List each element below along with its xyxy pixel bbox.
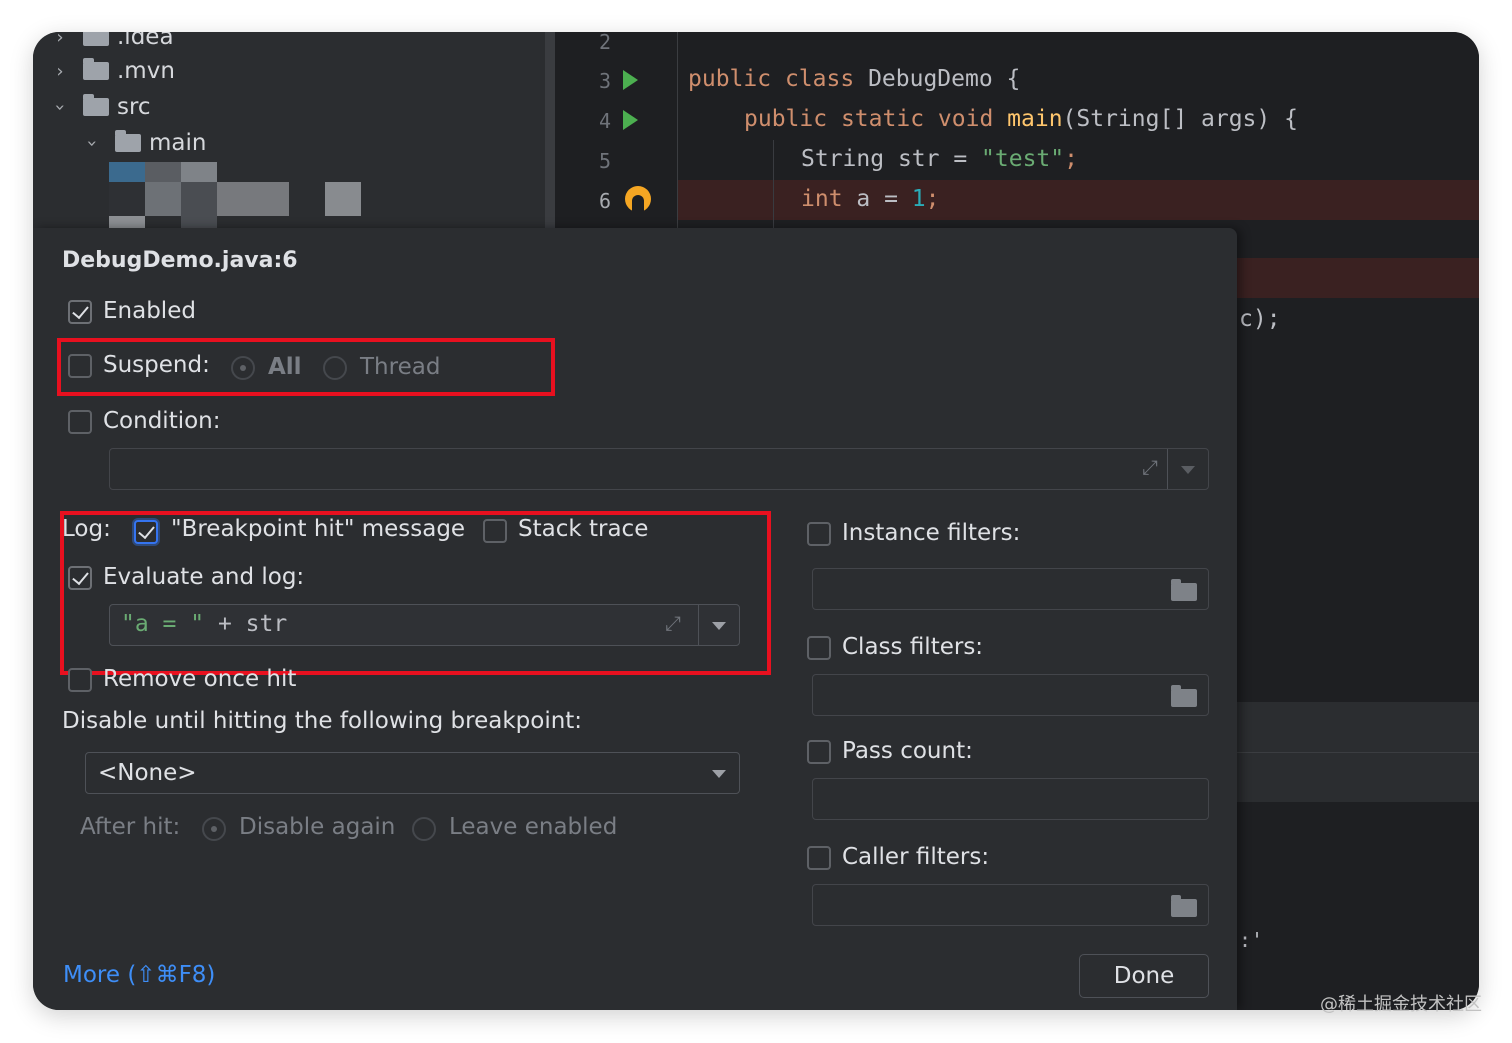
watermark: @稀土掘金技术社区 xyxy=(1320,994,1482,1015)
pass-count-label: Pass count: xyxy=(842,738,973,764)
enabled-checkbox[interactable] xyxy=(68,300,92,324)
ide-window: › .idea › .mvn › src › main 2 3 4 5 6 pu… xyxy=(33,32,1479,1010)
run-icon[interactable] xyxy=(623,110,638,130)
chevron-right-icon[interactable]: › xyxy=(51,61,69,82)
tree-item-main[interactable]: › main xyxy=(82,128,206,158)
chevron-right-icon[interactable]: › xyxy=(51,32,69,48)
class-filters-input[interactable] xyxy=(812,674,1209,716)
leave-enabled-label: Leave enabled xyxy=(449,814,618,840)
dropdown-arrow-icon[interactable] xyxy=(712,770,726,778)
dialog-title: DebugDemo.java:6 xyxy=(62,248,298,273)
folder-icon xyxy=(83,32,109,46)
project-tree: › .idea › .mvn › src › main xyxy=(33,32,548,232)
breakpoint-dialog: DebugDemo.java:6 Enabled Suspend: All Th… xyxy=(33,228,1237,1010)
remove-once-hit-checkbox[interactable] xyxy=(68,668,92,692)
folder-icon xyxy=(83,58,109,80)
caller-filters-label: Caller filters: xyxy=(842,844,990,870)
panel-splitter[interactable] xyxy=(545,32,555,232)
class-filters-label: Class filters: xyxy=(842,634,984,660)
code-line-5: String str = "test"; xyxy=(801,146,1078,172)
code-fragment: c); xyxy=(1239,306,1281,332)
class-filters-checkbox[interactable] xyxy=(807,636,831,660)
code-fragment: :' xyxy=(1239,928,1264,952)
line-number: 3 xyxy=(598,69,611,93)
disable-until-value: <None> xyxy=(98,760,197,786)
chevron-down-icon[interactable]: › xyxy=(50,98,71,116)
tree-item-src[interactable]: › src xyxy=(50,92,151,122)
folder-icon xyxy=(83,94,109,116)
pass-count-checkbox[interactable] xyxy=(807,740,831,764)
indent-guide xyxy=(773,140,774,232)
highlight-box-suspend xyxy=(57,338,555,396)
disable-until-select[interactable]: <None> xyxy=(85,752,740,794)
disable-again-label: Disable again xyxy=(239,814,396,840)
line-number: 2 xyxy=(598,32,611,54)
done-button[interactable]: Done xyxy=(1079,954,1209,998)
remove-once-hit-label: Remove once hit xyxy=(103,666,297,692)
highlight-box-log xyxy=(60,511,771,675)
divider xyxy=(1237,752,1479,753)
folder-icon[interactable] xyxy=(1171,579,1197,601)
breakpoint-line-highlight xyxy=(678,180,1479,220)
pass-count-input[interactable] xyxy=(812,778,1209,820)
condition-checkbox[interactable] xyxy=(68,410,92,434)
leave-enabled-radio[interactable] xyxy=(412,817,436,841)
chevron-down-icon[interactable]: › xyxy=(82,134,103,152)
tree-item-mvn[interactable]: › .mvn xyxy=(51,56,175,86)
dropdown-arrow-icon[interactable] xyxy=(1181,466,1195,474)
instance-filters-input[interactable] xyxy=(812,568,1209,610)
line-number: 6 xyxy=(598,189,611,213)
code-line-3: public class DebugDemo { xyxy=(688,66,1021,92)
run-icon[interactable] xyxy=(623,70,638,90)
code-line-6: int a = 1; xyxy=(801,186,940,212)
gutter-separator xyxy=(677,32,678,232)
condition-input[interactable]: ⤢ xyxy=(109,448,1209,490)
breakpoint-icon[interactable] xyxy=(625,186,651,212)
disable-until-label: Disable until hitting the following brea… xyxy=(62,708,583,734)
caller-filters-checkbox[interactable] xyxy=(807,846,831,870)
after-hit-label: After hit: xyxy=(80,814,181,840)
tree-item-idea[interactable]: › .idea xyxy=(51,32,174,52)
line-number: 4 xyxy=(598,109,611,133)
enabled-label: Enabled xyxy=(103,298,196,324)
instance-filters-label: Instance filters: xyxy=(842,520,1021,546)
folder-icon[interactable] xyxy=(1171,895,1197,917)
expand-icon[interactable]: ⤢ xyxy=(1142,455,1158,479)
folder-icon xyxy=(115,130,141,152)
folder-icon[interactable] xyxy=(1171,685,1197,707)
disable-again-radio[interactable] xyxy=(202,817,226,841)
editor-gutter xyxy=(555,32,675,232)
condition-label: Condition: xyxy=(103,408,221,434)
instance-filters-checkbox[interactable] xyxy=(807,522,831,546)
line-number: 5 xyxy=(598,149,611,173)
more-link[interactable]: More (⇧⌘F8) xyxy=(63,962,215,988)
code-line-4: public static void main(String[] args) { xyxy=(744,106,1298,132)
caller-filters-input[interactable] xyxy=(812,884,1209,926)
